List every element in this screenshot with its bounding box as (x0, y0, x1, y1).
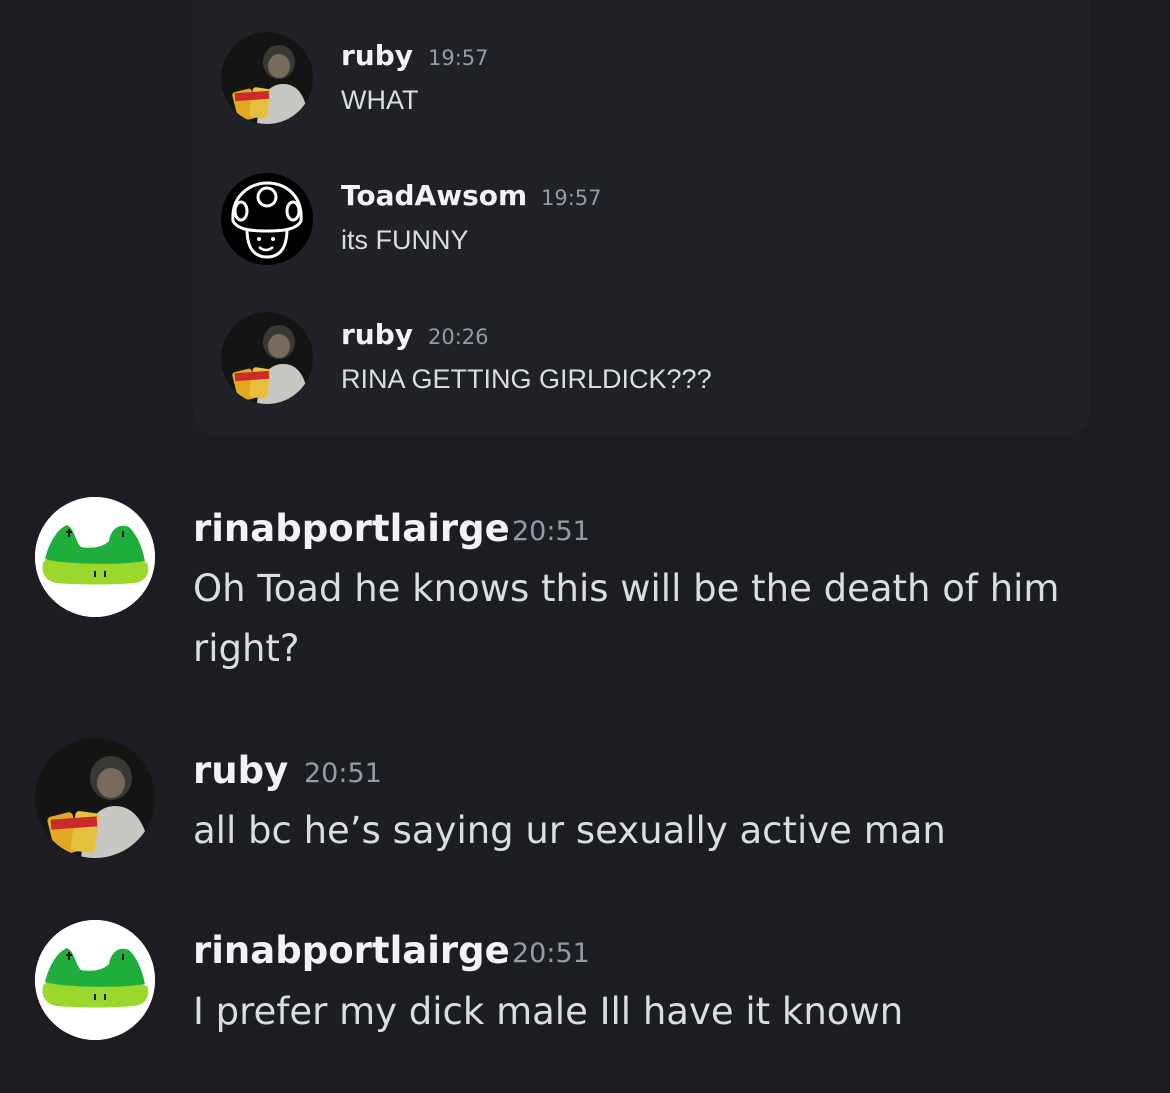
username[interactable]: rinabportlairge (193, 507, 510, 550)
username[interactable]: ruby (341, 318, 413, 351)
timestamp: 19:57 (428, 46, 489, 70)
message-text: RINA GETTING GIRLDICK??? (341, 364, 712, 394)
username[interactable]: ToadAwsom (341, 179, 527, 212)
username[interactable]: rinabportlairge (193, 929, 510, 972)
message-text: its FUNNY (341, 225, 469, 255)
user-avatar[interactable] (35, 497, 155, 617)
message-text: all bc he’s saying ur sexually active ma… (193, 809, 946, 852)
user-avatar[interactable] (35, 920, 155, 1040)
user-avatar[interactable] (221, 312, 313, 404)
username[interactable]: ruby (341, 39, 413, 72)
message-text: WHAT (341, 85, 419, 115)
message-text: I prefer my dick male Ill have it known (193, 990, 904, 1033)
user-avatar[interactable] (35, 738, 155, 858)
message-text: Oh Toad he knows this will be the death … (193, 567, 1060, 610)
timestamp: 20:26 (428, 325, 489, 349)
timestamp: 20:51 (512, 516, 590, 547)
user-avatar[interactable] (221, 173, 313, 265)
message-text: right? (193, 627, 300, 670)
timestamp: 20:51 (512, 938, 590, 969)
username[interactable]: ruby (193, 749, 288, 792)
timestamp: 20:51 (304, 758, 382, 789)
timestamp: 19:57 (541, 186, 602, 210)
user-avatar[interactable] (221, 32, 313, 124)
